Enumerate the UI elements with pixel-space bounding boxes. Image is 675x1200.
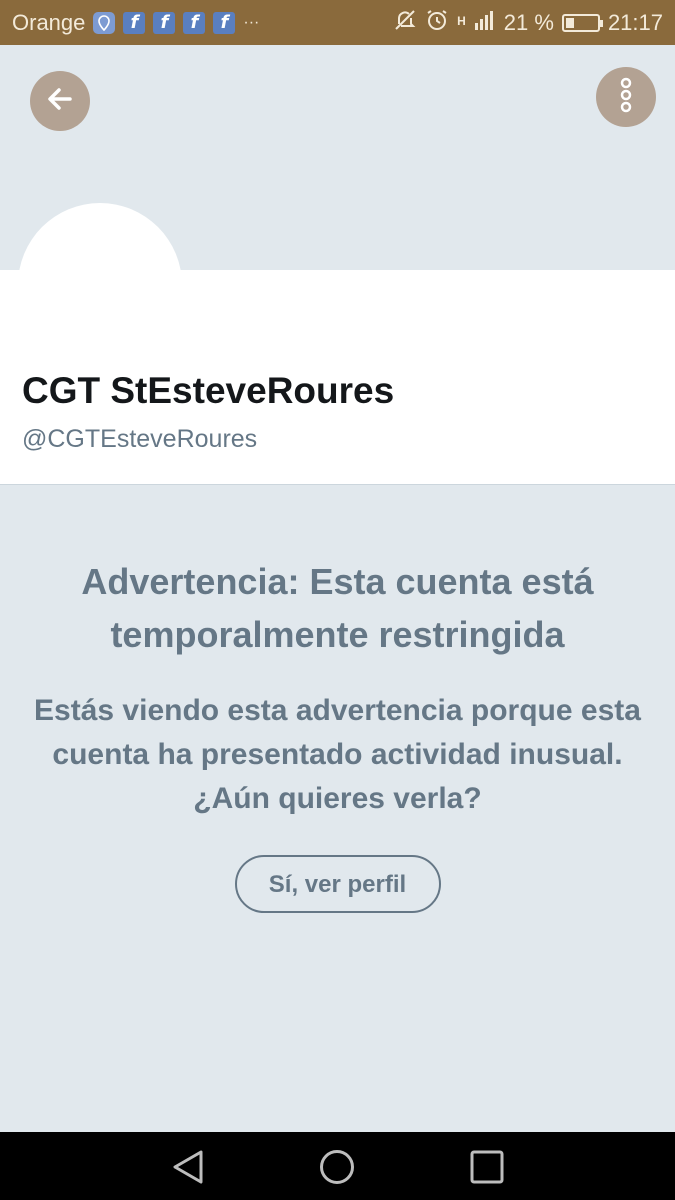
facebook-icon: f bbox=[183, 11, 206, 34]
alarm-icon bbox=[425, 8, 449, 38]
network-type: H bbox=[457, 13, 466, 28]
status-bar-right: H 21 % 21:17 bbox=[393, 8, 663, 38]
carrier-name: Orange bbox=[12, 9, 86, 35]
facebook-icon: f bbox=[123, 11, 146, 34]
avatar[interactable] bbox=[18, 203, 182, 367]
nav-home-icon[interactable] bbox=[319, 1149, 355, 1185]
display-name: CGT StEsteveRoures bbox=[22, 370, 395, 411]
battery-icon bbox=[561, 13, 603, 32]
overflow-indicator: ··· bbox=[243, 13, 260, 31]
navigation-bar bbox=[0, 1132, 675, 1200]
status-bar: Orange f f f f ··· H 21 % 21:17 bbox=[0, 0, 675, 45]
clock: 21:17 bbox=[607, 9, 663, 35]
back-button[interactable] bbox=[30, 71, 90, 131]
facebook-icon: f bbox=[213, 11, 236, 34]
arrow-left-icon bbox=[44, 83, 76, 120]
nav-recent-apps-icon[interactable] bbox=[469, 1149, 505, 1185]
view-profile-button[interactable]: Sí, ver perfil bbox=[234, 855, 441, 913]
battery-percent: 21 % bbox=[503, 9, 554, 35]
restricted-account-warning: Advertencia: Esta cuenta está temporalme… bbox=[0, 485, 675, 1132]
more-vertical-icon bbox=[619, 77, 633, 118]
warning-message: Estás viendo esta advertencia porque est… bbox=[34, 694, 641, 815]
mute-icon bbox=[393, 8, 417, 38]
more-options-button[interactable] bbox=[596, 67, 656, 127]
user-handle: @CGTEsteveRoures bbox=[22, 425, 258, 453]
facebook-icon: f bbox=[153, 11, 176, 34]
nav-back-icon[interactable] bbox=[170, 1149, 206, 1185]
signal-icon bbox=[474, 9, 496, 37]
warning-title: Advertencia: Esta cuenta está temporalme… bbox=[81, 561, 594, 655]
status-bar-left: Orange f f f f ··· bbox=[12, 10, 259, 36]
location-icon bbox=[93, 11, 116, 34]
